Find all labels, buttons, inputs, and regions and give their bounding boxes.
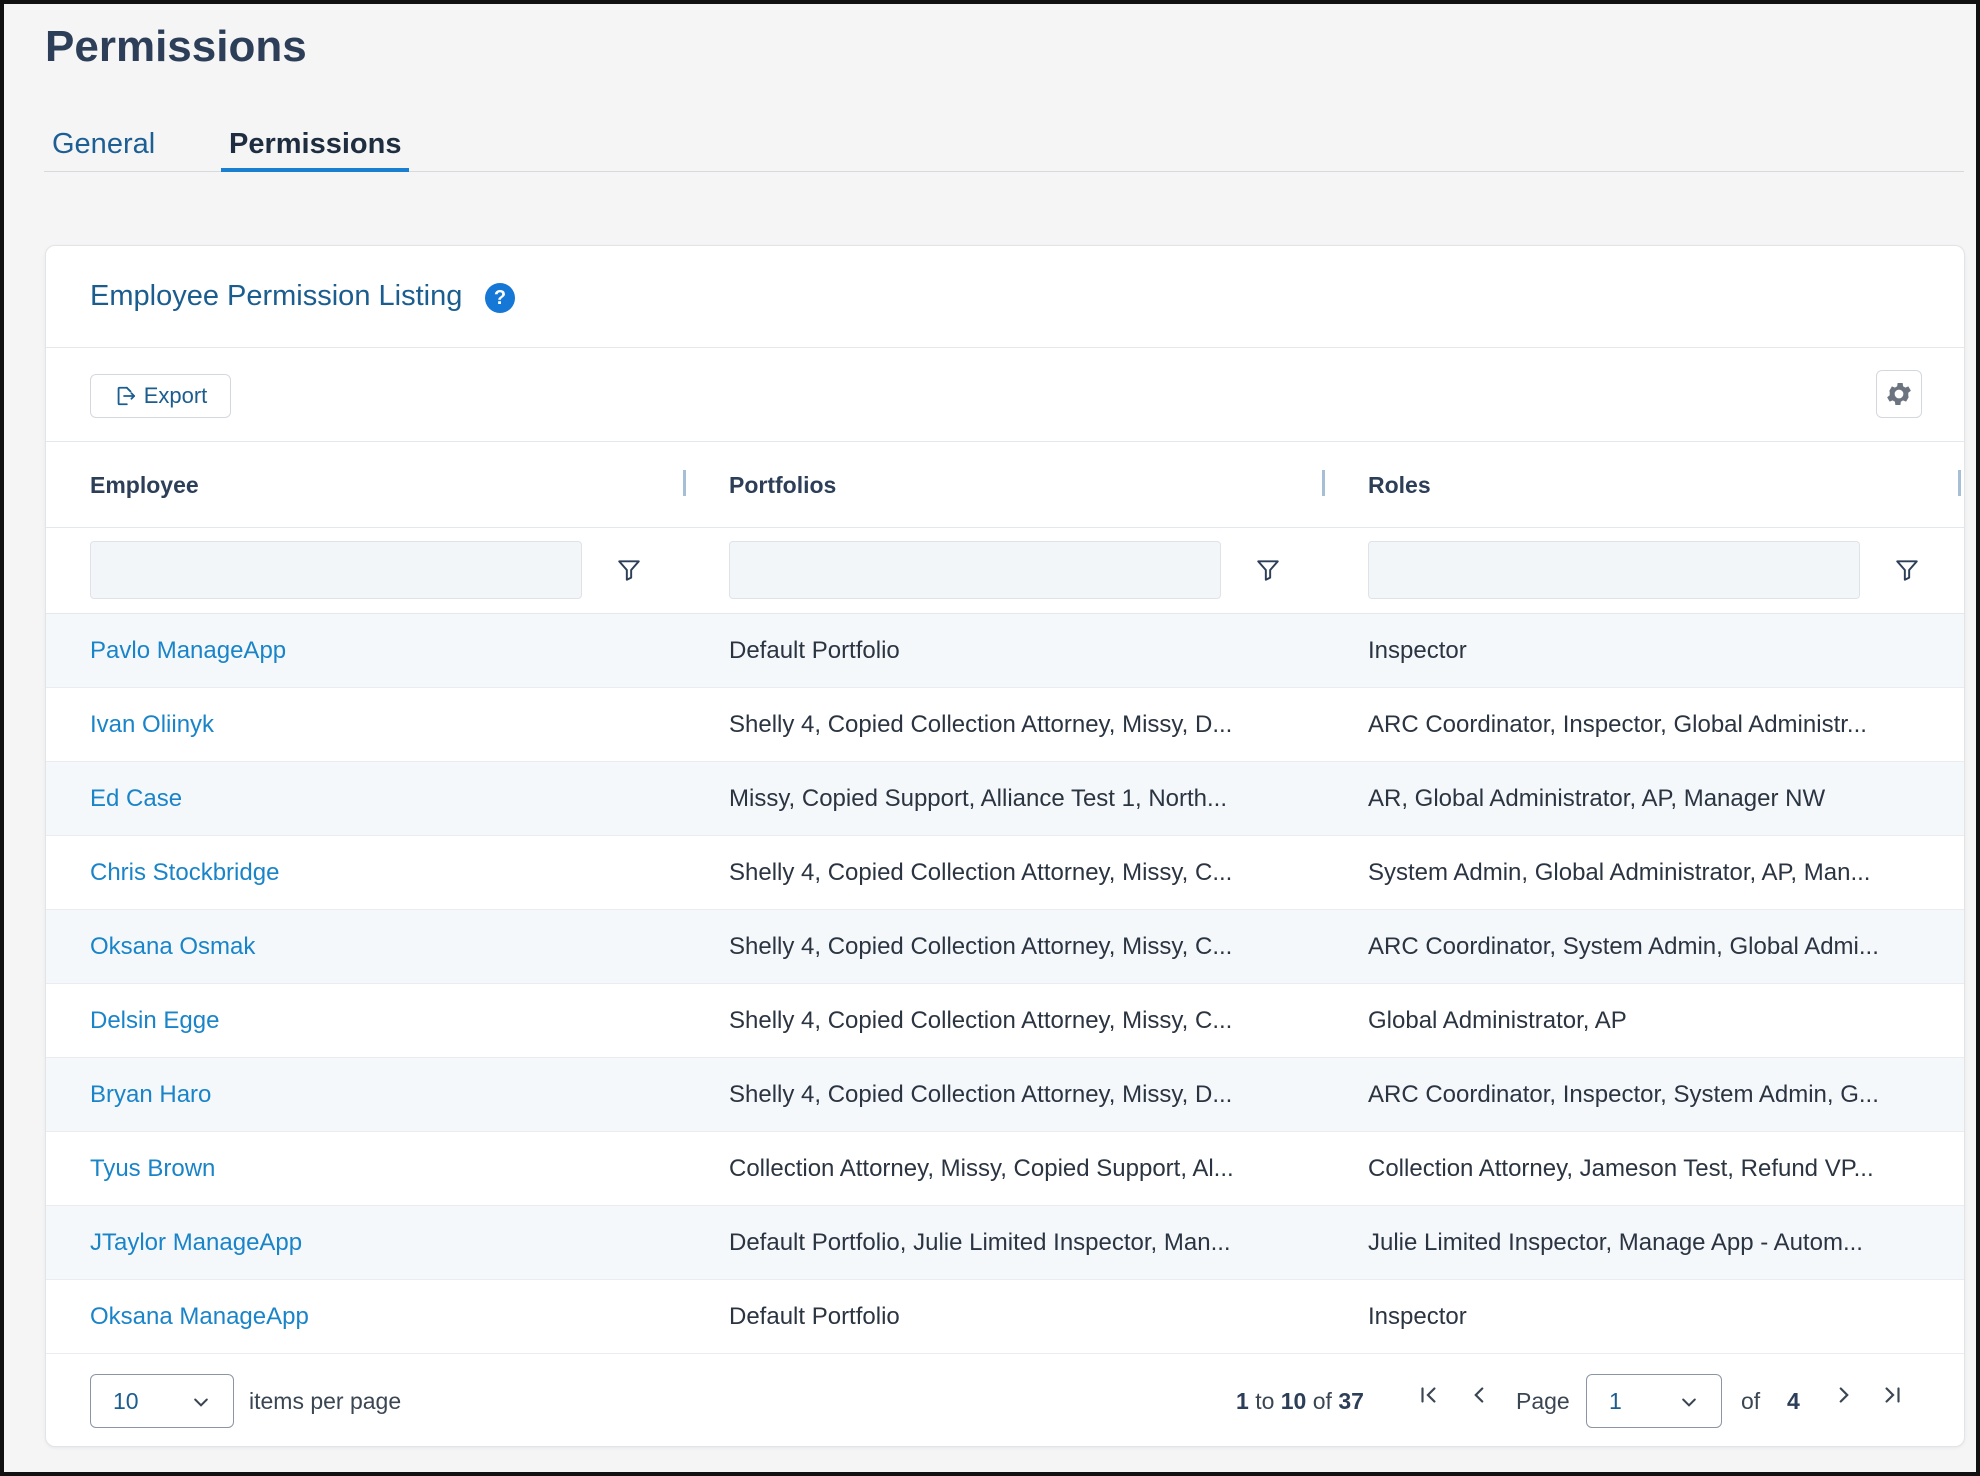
portfolios-cell: Default Portfolio <box>729 1303 900 1330</box>
employee-link[interactable]: Chris Stockbridge <box>90 859 650 887</box>
employee-link[interactable]: Oksana ManageApp <box>90 1303 650 1331</box>
filter-icon[interactable] <box>616 557 642 583</box>
table-row: Bryan Haro Shelly 4, Copied Collection A… <box>46 1058 1964 1132</box>
table-row: Tyus Brown Collection Attorney, Missy, C… <box>46 1132 1964 1206</box>
range-to-label: to <box>1255 1388 1275 1414</box>
toolbar: Export <box>46 348 1964 442</box>
portfolios-cell: Shelly 4, Copied Collection Attorney, Mi… <box>729 1081 1233 1108</box>
portfolios-cell: Shelly 4, Copied Collection Attorney, Mi… <box>729 711 1233 738</box>
portfolios-cell: Shelly 4, Copied Collection Attorney, Mi… <box>729 1007 1233 1034</box>
range-start: 1 <box>1236 1388 1249 1414</box>
roles-cell: System Admin, Global Administrator, AP, … <box>1368 859 1871 886</box>
items-per-page-label: items per page <box>249 1388 402 1414</box>
current-page-select[interactable]: 1 <box>1586 1374 1722 1428</box>
export-button[interactable]: Export <box>90 374 231 418</box>
range-end: 10 <box>1280 1388 1307 1414</box>
pagination-bar: 10 items per page 1 to 10 of 37 Page 1 o… <box>46 1352 1964 1448</box>
portfolios-cell: Default Portfolio <box>729 637 900 664</box>
roles-cell: Collection Attorney, Jameson Test, Refun… <box>1368 1155 1874 1182</box>
employee-link[interactable]: Ed Case <box>90 785 650 813</box>
employee-link[interactable]: Bryan Haro <box>90 1081 650 1109</box>
roles-cell: Global Administrator, AP <box>1368 1007 1627 1034</box>
table-row: JTaylor ManageApp Default Portfolio, Jul… <box>46 1206 1964 1280</box>
export-icon <box>117 386 135 406</box>
total-count: 37 <box>1338 1388 1364 1414</box>
page-label: Page <box>1516 1388 1570 1414</box>
current-page-value: 1 <box>1609 1388 1622 1414</box>
export-label: Export <box>143 383 208 408</box>
table-row: Oksana Osmak Shelly 4, Copied Collection… <box>46 910 1964 984</box>
table-row: Chris Stockbridge Shelly 4, Copied Colle… <box>46 836 1964 910</box>
column-resize-handle[interactable] <box>1958 470 1961 496</box>
employee-link[interactable]: JTaylor ManageApp <box>90 1229 650 1257</box>
of-pages-label: of <box>1741 1388 1761 1414</box>
table-row: Ed Case Missy, Copied Support, Alliance … <box>46 762 1964 836</box>
next-page-icon[interactable] <box>1831 1382 1857 1408</box>
table-row: Ivan Oliinyk Shelly 4, Copied Collection… <box>46 688 1964 762</box>
employee-link[interactable]: Delsin Egge <box>90 1007 650 1035</box>
card-header: Employee Permission Listing ? <box>46 246 1964 348</box>
column-header-employee[interactable]: Employee <box>90 472 199 499</box>
portfolios-cell: Shelly 4, Copied Collection Attorney, Mi… <box>729 933 1233 960</box>
column-header-portfolios[interactable]: Portfolios <box>729 472 836 499</box>
card-title: Employee Permission Listing <box>90 280 463 312</box>
first-page-icon[interactable] <box>1416 1382 1442 1408</box>
roles-cell: Inspector <box>1368 1303 1467 1330</box>
filter-icon[interactable] <box>1894 557 1920 583</box>
employee-link[interactable]: Oksana Osmak <box>90 933 650 961</box>
portfolios-filter-input[interactable] <box>729 541 1221 599</box>
last-page-icon[interactable] <box>1879 1382 1905 1408</box>
portfolios-cell: Default Portfolio, Julie Limited Inspect… <box>729 1229 1231 1256</box>
tab-general[interactable]: General <box>44 126 163 172</box>
roles-cell: ARC Coordinator, Inspector, Global Admin… <box>1368 711 1867 738</box>
employee-link[interactable]: Ivan Oliinyk <box>90 711 650 739</box>
roles-cell: Inspector <box>1368 637 1467 664</box>
employee-permission-card: Employee Permission Listing ? Export Emp… <box>45 245 1965 1447</box>
total-pages: 4 <box>1787 1388 1800 1414</box>
roles-cell: AR, Global Administrator, AP, Manager NW <box>1368 785 1826 812</box>
table-row: Oksana ManageApp Default Portfolio Inspe… <box>46 1280 1964 1354</box>
tab-bar: General Permissions <box>44 126 1964 172</box>
range-summary: 1 to 10 of 37 <box>1236 1388 1364 1415</box>
portfolios-cell: Missy, Copied Support, Alliance Test 1, … <box>729 785 1228 812</box>
tab-permissions[interactable]: Permissions <box>221 126 410 172</box>
portfolios-cell: Shelly 4, Copied Collection Attorney, Mi… <box>729 859 1233 886</box>
portfolios-cell: Collection Attorney, Missy, Copied Suppo… <box>729 1155 1234 1182</box>
chevron-down-icon <box>194 1398 208 1407</box>
help-circle-icon[interactable]: ? <box>485 283 515 313</box>
table-row: Delsin Egge Shelly 4, Copied Collection … <box>46 984 1964 1058</box>
roles-cell: ARC Coordinator, System Admin, Global Ad… <box>1368 933 1879 960</box>
page-title: Permissions <box>45 22 307 71</box>
table-row: Pavlo ManageApp Default Portfolio Inspec… <box>46 614 1964 688</box>
chevron-down-icon <box>1682 1398 1696 1407</box>
previous-page-icon[interactable] <box>1466 1382 1492 1408</box>
filter-row <box>46 528 1964 614</box>
gear-icon <box>1887 383 1911 405</box>
filter-icon[interactable] <box>1255 557 1281 583</box>
employee-filter-input[interactable] <box>90 541 582 599</box>
range-of-label: of <box>1312 1388 1332 1414</box>
roles-cell: Julie Limited Inspector, Manage App - Au… <box>1368 1229 1863 1256</box>
settings-button[interactable] <box>1876 370 1922 418</box>
table-header: Employee Portfolios Roles <box>46 442 1964 528</box>
employee-link[interactable]: Pavlo ManageApp <box>90 637 650 665</box>
roles-cell: ARC Coordinator, Inspector, System Admin… <box>1368 1081 1879 1108</box>
employee-link[interactable]: Tyus Brown <box>90 1155 650 1183</box>
page-size-value: 10 <box>113 1388 139 1414</box>
roles-filter-input[interactable] <box>1368 541 1860 599</box>
column-resize-handle[interactable] <box>683 470 686 496</box>
column-resize-handle[interactable] <box>1322 470 1325 496</box>
column-header-roles[interactable]: Roles <box>1368 472 1431 499</box>
page-size-select[interactable]: 10 <box>90 1374 234 1428</box>
